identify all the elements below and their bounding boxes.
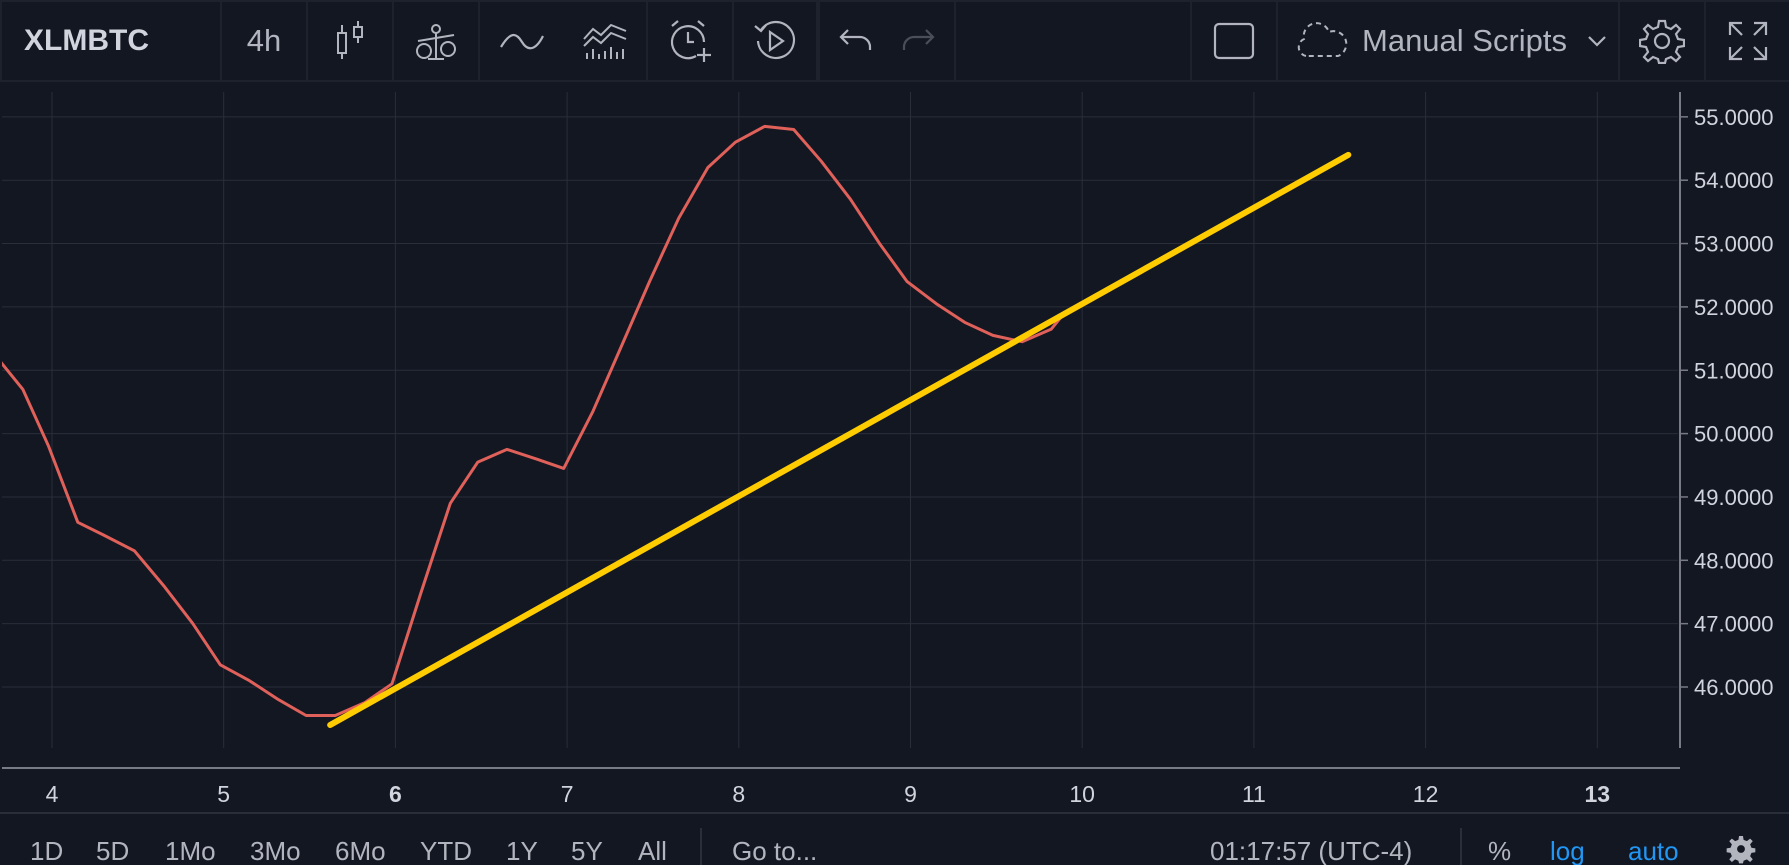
replay-button[interactable] <box>734 2 816 80</box>
financials-icon <box>583 23 627 59</box>
manual-scripts-dropdown[interactable]: Manual Scripts <box>1278 2 1618 80</box>
x-tick-label: 7 <box>561 781 574 807</box>
gear-icon[interactable] <box>1726 834 1756 864</box>
x-tick-label: 10 <box>1069 781 1095 807</box>
y-tick-label: 51.0000 <box>1694 358 1774 383</box>
range-5y[interactable]: 5Y <box>571 836 603 865</box>
range-1y[interactable]: 1Y <box>506 836 538 865</box>
price-series-line <box>2 124 1063 717</box>
chevron-down-icon <box>1588 36 1606 47</box>
x-tick-label: 13 <box>1585 781 1611 807</box>
settings-button[interactable] <box>1620 2 1704 80</box>
y-tick-label: 48.0000 <box>1694 548 1774 573</box>
symbol-search-button[interactable]: XLMBTC <box>2 2 220 80</box>
interval-button[interactable]: 4h <box>222 2 306 80</box>
top-toolbar: XLMBTC 4h Manual Scripts <box>0 0 1789 82</box>
toolbar-spacer <box>956 2 1190 80</box>
replay-icon <box>754 20 796 60</box>
interval-label: 4h <box>246 23 282 58</box>
price-chart[interactable]: 46.0000 47.0000 48.0000 49.0000 50.0000 51.00… <box>2 92 1789 812</box>
x-tick-label: 5 <box>217 781 230 807</box>
alert-button[interactable] <box>648 2 732 80</box>
y-tick-label: 49.0000 <box>1694 485 1774 510</box>
x-tick-label: 11 <box>1242 781 1266 807</box>
chart-area[interactable]: 46.0000 47.0000 48.0000 49.0000 50.0000 51.00… <box>2 92 1789 812</box>
square-icon <box>1213 22 1255 60</box>
log-toggle[interactable]: log <box>1550 836 1585 865</box>
gear-icon <box>1639 19 1685 64</box>
y-tick-label: 50.0000 <box>1694 422 1774 447</box>
x-tick-label: 8 <box>732 781 745 807</box>
financials-button[interactable] <box>564 2 646 80</box>
range-1mo[interactable]: 1Mo <box>165 836 216 865</box>
time-zone-button[interactable]: 01:17:57 (UTC-4) <box>1210 836 1412 865</box>
layout-button[interactable] <box>1192 2 1276 80</box>
undo-icon[interactable] <box>838 26 874 56</box>
redo-icon[interactable] <box>900 26 936 56</box>
fullscreen-icon <box>1728 21 1767 61</box>
indicator-wave-icon <box>500 34 544 50</box>
x-tick-label: 9 <box>904 781 917 807</box>
y-tick-label: 46.0000 <box>1694 675 1774 700</box>
indicators-button[interactable] <box>480 2 564 80</box>
x-tick-label: 12 <box>1413 781 1439 807</box>
divider <box>1460 828 1462 865</box>
cloud-icon <box>1297 22 1348 57</box>
chart-type-button[interactable] <box>308 2 392 80</box>
goto-button[interactable]: Go to... <box>732 836 817 865</box>
range-5d[interactable]: 5D <box>96 836 129 865</box>
manual-scripts-label: Manual Scripts <box>1362 23 1568 58</box>
symbol-label: XLMBTC <box>24 24 149 57</box>
bottom-bar: 1D 5D 1Mo 3Mo 6Mo YTD 1Y 5Y All Go to...… <box>0 812 1789 865</box>
range-ytd[interactable]: YTD <box>420 836 472 865</box>
percent-toggle[interactable]: % <box>1488 836 1511 865</box>
x-tick-label: 6 <box>389 781 402 807</box>
range-1d[interactable]: 1D <box>30 836 63 865</box>
x-tick-label: 4 <box>46 781 59 807</box>
range-6mo[interactable]: 6Mo <box>335 836 386 865</box>
divider <box>700 828 702 865</box>
y-tick-label: 55.0000 <box>1694 105 1774 130</box>
y-tick-label: 47.0000 <box>1694 612 1774 637</box>
trend-line[interactable] <box>327 151 1352 729</box>
alarm-clock-icon <box>670 20 711 62</box>
undo-redo-group <box>820 2 954 80</box>
compare-icon <box>416 24 456 60</box>
fullscreen-button[interactable] <box>1706 2 1789 80</box>
auto-toggle[interactable]: auto <box>1628 836 1679 865</box>
y-tick-label: 53.0000 <box>1694 232 1774 257</box>
y-tick-label: 52.0000 <box>1694 295 1774 320</box>
y-tick-label: 54.0000 <box>1694 168 1774 193</box>
candlestick-icon <box>337 21 363 59</box>
range-3mo[interactable]: 3Mo <box>250 836 301 865</box>
range-all[interactable]: All <box>638 836 667 865</box>
compare-button[interactable] <box>394 2 478 80</box>
